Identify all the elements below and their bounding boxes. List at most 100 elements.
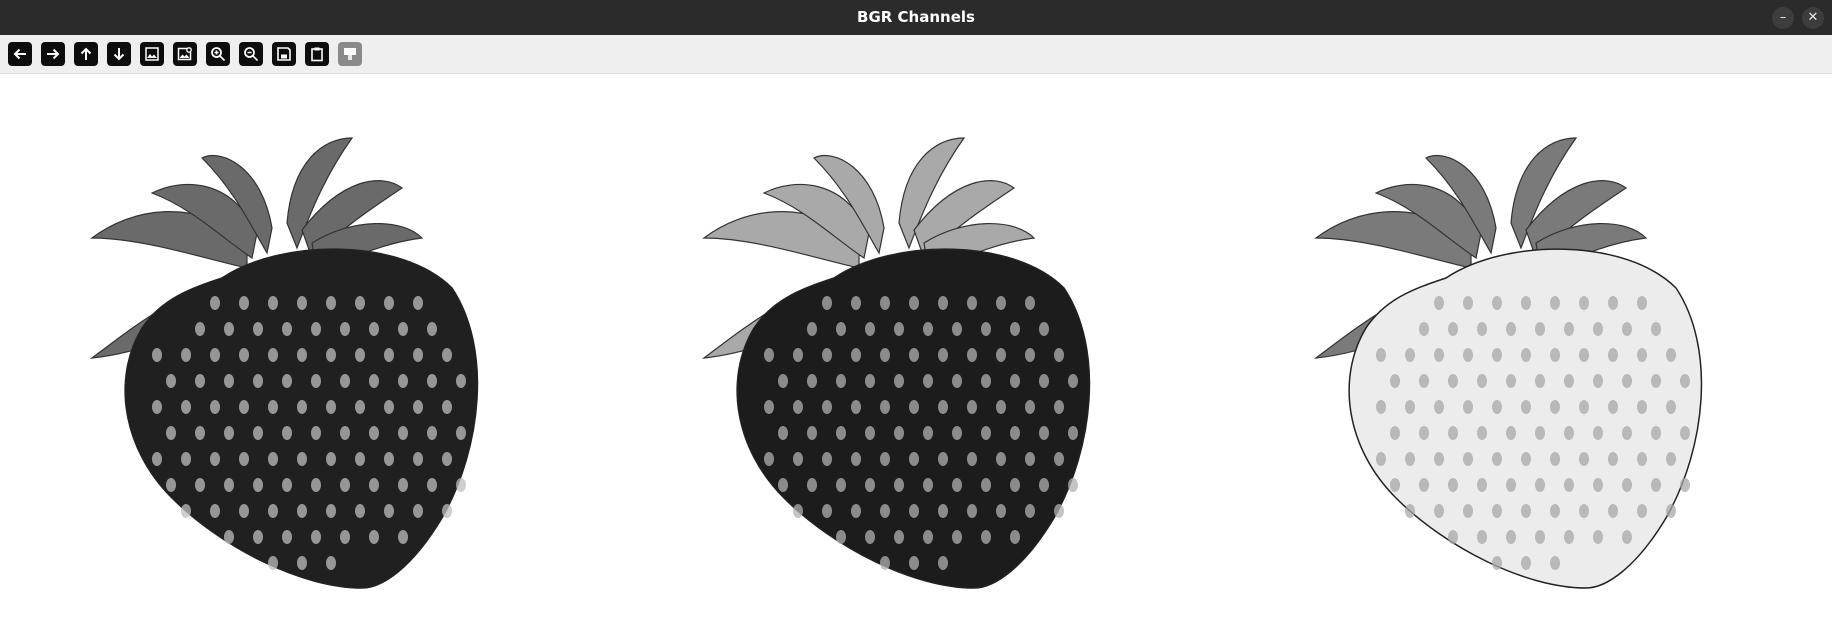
down-button[interactable]	[107, 42, 131, 66]
back-button[interactable]	[8, 42, 32, 66]
channel-image-blue	[72, 118, 502, 608]
seed-mark	[1622, 530, 1632, 544]
seed-mark	[967, 452, 977, 466]
arrow-up-icon	[80, 47, 92, 60]
seed-mark	[253, 322, 263, 336]
seed-mark	[224, 322, 234, 336]
seed-mark	[224, 426, 234, 440]
seed-mark	[880, 504, 890, 518]
seed-mark	[1448, 374, 1458, 388]
forward-button[interactable]	[41, 42, 65, 66]
seed-mark	[996, 348, 1006, 362]
seed-mark	[1405, 348, 1415, 362]
seed-mark	[282, 478, 292, 492]
seed-mark	[1535, 322, 1545, 336]
seed-mark	[981, 322, 991, 336]
seed-mark	[865, 530, 875, 544]
up-button[interactable]	[74, 42, 98, 66]
seed-mark	[456, 374, 466, 388]
zoom-in-button[interactable]	[206, 42, 230, 66]
seed-mark	[1666, 348, 1676, 362]
seed-mark	[195, 478, 205, 492]
minimize-button[interactable]: –	[1772, 7, 1794, 29]
seed-mark	[836, 374, 846, 388]
seed-mark	[967, 400, 977, 414]
seed-mark	[764, 348, 774, 362]
zoom-out-button[interactable]	[239, 42, 263, 66]
seed-mark	[880, 348, 890, 362]
seed-mark	[1054, 400, 1064, 414]
seed-mark	[456, 426, 466, 440]
seed-mark	[880, 452, 890, 466]
seed-mark	[1535, 426, 1545, 440]
seed-mark	[210, 452, 220, 466]
seed-mark	[1550, 348, 1560, 362]
seed-mark	[1535, 478, 1545, 492]
seed-mark	[239, 504, 249, 518]
seed-mark	[836, 478, 846, 492]
image-canvas[interactable]	[0, 74, 1832, 624]
seed-mark	[398, 478, 408, 492]
seed-mark	[1550, 504, 1560, 518]
seed-mark	[1010, 478, 1020, 492]
seed-mark	[253, 374, 263, 388]
seed-mark	[923, 530, 933, 544]
seed-mark	[851, 296, 861, 310]
seed-mark	[355, 452, 365, 466]
seed-mark	[239, 296, 249, 310]
seed-mark	[1637, 452, 1647, 466]
seed-mark	[923, 426, 933, 440]
save-button[interactable]	[272, 42, 296, 66]
seed-mark	[1579, 296, 1589, 310]
seed-mark	[1492, 296, 1502, 310]
seed-mark	[1608, 452, 1618, 466]
image-search-button[interactable]	[173, 42, 197, 66]
image-button[interactable]	[140, 42, 164, 66]
close-button[interactable]: ✕	[1802, 7, 1824, 29]
seed-mark	[822, 504, 832, 518]
seed-mark	[1434, 452, 1444, 466]
seed-mark	[340, 322, 350, 336]
seed-mark	[1521, 296, 1531, 310]
clipboard-button[interactable]	[305, 42, 329, 66]
seed-mark	[166, 426, 176, 440]
seed-mark	[909, 556, 919, 570]
seed-mark	[1608, 296, 1618, 310]
seed-mark	[355, 504, 365, 518]
seed-mark	[268, 452, 278, 466]
seed-mark	[1025, 452, 1035, 466]
seed-mark	[297, 504, 307, 518]
seed-mark	[1405, 504, 1415, 518]
seed-mark	[326, 348, 336, 362]
seed-mark	[1608, 348, 1618, 362]
seed-mark	[326, 504, 336, 518]
seed-mark	[851, 452, 861, 466]
seed-mark	[413, 452, 423, 466]
seed-mark	[442, 400, 452, 414]
properties-button[interactable]	[338, 42, 362, 66]
seed-mark	[1054, 452, 1064, 466]
seed-mark	[326, 400, 336, 414]
seed-mark	[894, 426, 904, 440]
seed-mark	[909, 348, 919, 362]
seed-mark	[1608, 504, 1618, 518]
seed-mark	[1622, 478, 1632, 492]
seed-mark	[1651, 478, 1661, 492]
seed-mark	[398, 322, 408, 336]
seed-mark	[1463, 400, 1473, 414]
seed-mark	[981, 530, 991, 544]
seed-mark	[1506, 478, 1516, 492]
seed-mark	[952, 478, 962, 492]
seed-mark	[1390, 478, 1400, 492]
seed-mark	[1025, 296, 1035, 310]
seed-mark	[1521, 400, 1531, 414]
seed-mark	[297, 296, 307, 310]
seed-mark	[1419, 426, 1429, 440]
seed-mark	[967, 296, 977, 310]
seed-mark	[1419, 322, 1429, 336]
seed-mark	[923, 374, 933, 388]
seed-mark	[442, 504, 452, 518]
seed-mark	[1564, 322, 1574, 336]
seed-mark	[1463, 452, 1473, 466]
seed-mark	[268, 296, 278, 310]
